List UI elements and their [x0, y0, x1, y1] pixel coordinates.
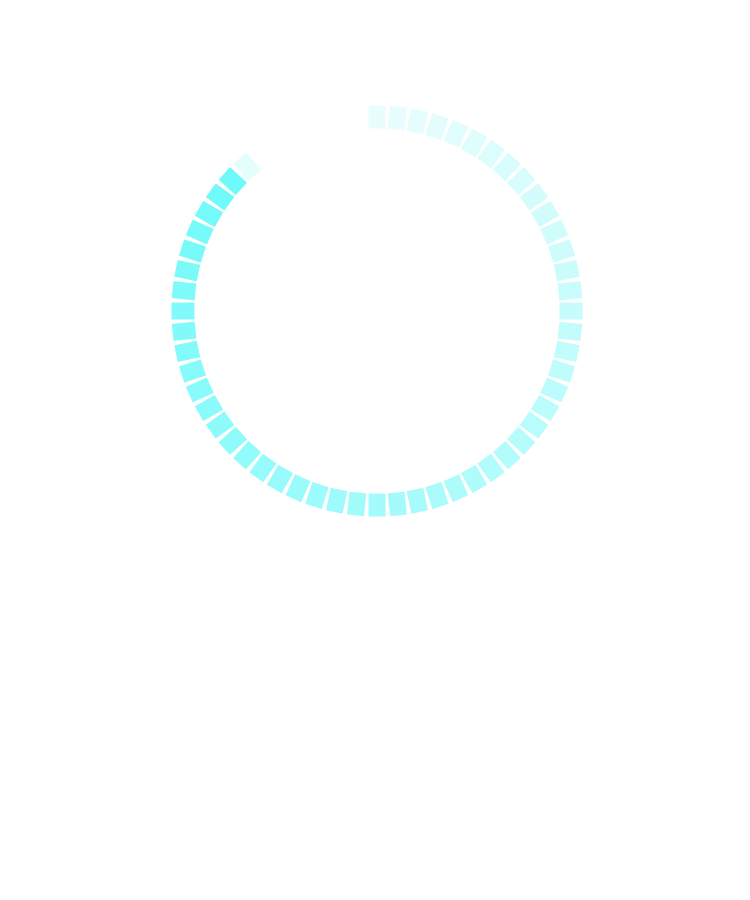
spinner-segment: [425, 112, 449, 141]
spinner-segment: [325, 487, 348, 514]
spinner-segment: [171, 321, 197, 341]
spinner-segment: [178, 359, 207, 383]
spinner-segment: [406, 108, 429, 135]
loading-spinner-icon: [171, 105, 583, 517]
spinner-segment: [387, 105, 407, 131]
spinner-segment: [553, 340, 580, 363]
spinner-segment: [557, 321, 583, 341]
spinner-segment: [547, 359, 576, 383]
spinner-segment: [387, 491, 407, 517]
loading-screen: [0, 0, 750, 900]
spinner-segment: [547, 239, 576, 263]
spinner-segment: [368, 105, 386, 129]
spinner-segment: [171, 302, 195, 320]
spinner-segment: [368, 493, 386, 517]
spinner-segment: [559, 302, 583, 320]
spinner-segment: [174, 340, 201, 363]
spinner-segment: [406, 487, 429, 514]
spinner-segment: [174, 259, 201, 282]
spinner-segment: [178, 239, 207, 263]
spinner-segment: [347, 491, 367, 517]
spinner-segment: [171, 281, 197, 301]
spinner-segment: [305, 481, 329, 510]
spinner-segment: [425, 481, 449, 510]
spinner-segment: [557, 281, 583, 301]
spinner-segment: [553, 259, 580, 282]
